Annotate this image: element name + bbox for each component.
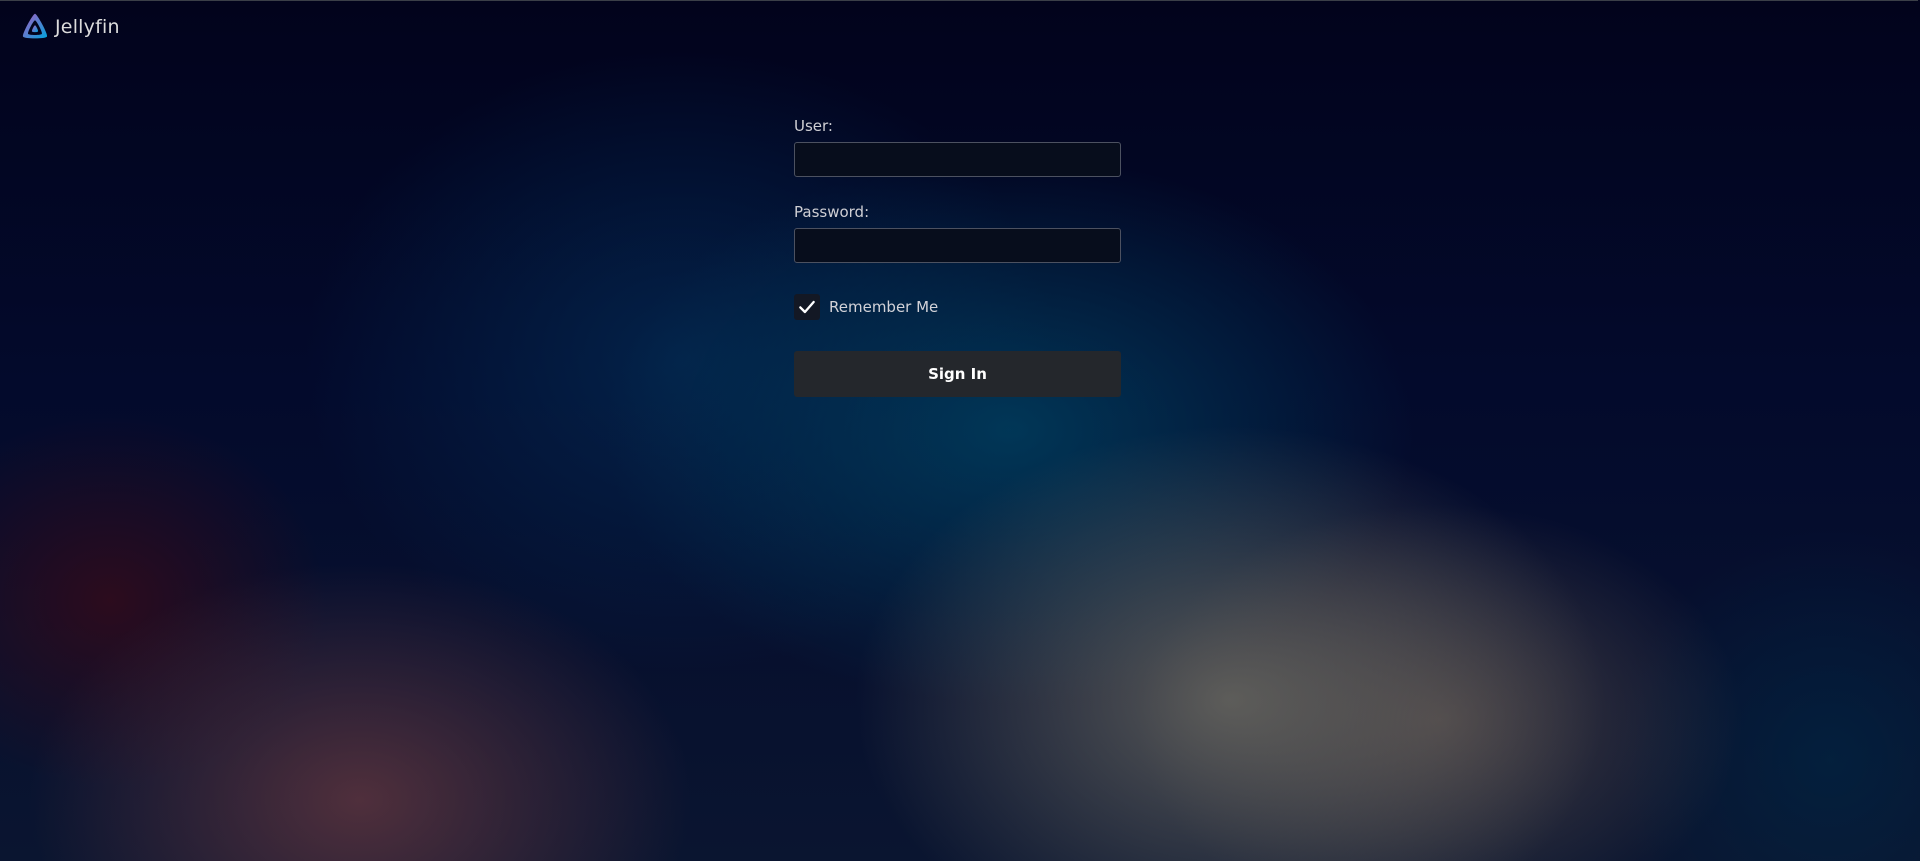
jellyfin-logo-icon <box>22 13 48 39</box>
app-name: Jellyfin <box>55 16 120 38</box>
top-border <box>0 0 1918 3</box>
password-label: Password: <box>794 203 870 221</box>
password-input[interactable] <box>794 228 1121 263</box>
sign-in-button[interactable]: Sign In <box>794 351 1121 397</box>
remember-me-label: Remember Me <box>829 298 939 316</box>
user-label: User: <box>794 117 833 135</box>
remember-me-checkbox[interactable]: Remember Me <box>794 292 938 322</box>
checkbox-box[interactable] <box>794 294 820 320</box>
login-form: User: Password: Remember Me Sign In <box>794 116 1121 397</box>
user-input[interactable] <box>794 142 1121 177</box>
checkmark-icon <box>799 300 815 314</box>
login-page: { "app": { "name": "Jellyfin", "logo_ico… <box>0 0 1920 861</box>
app-logo[interactable]: Jellyfin <box>20 12 120 42</box>
